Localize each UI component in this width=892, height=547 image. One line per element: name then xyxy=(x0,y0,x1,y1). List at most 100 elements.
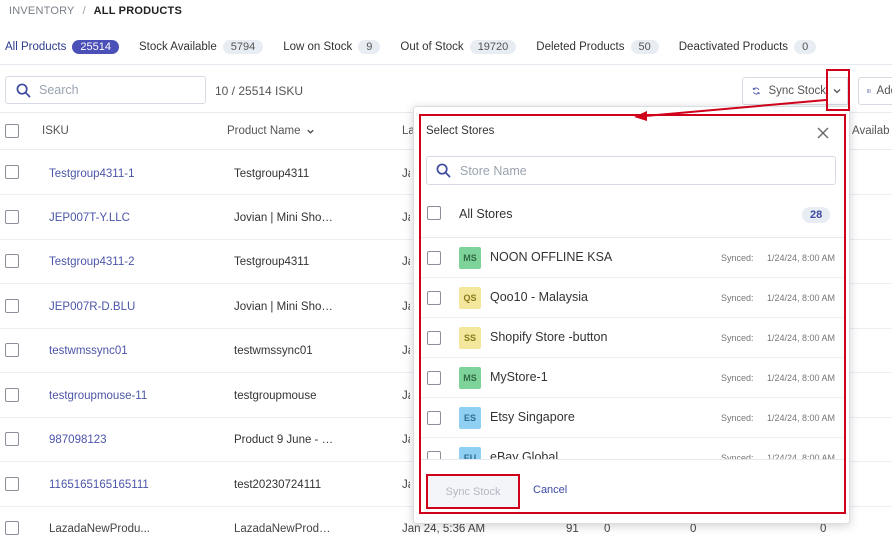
row-checkbox[interactable] xyxy=(5,299,19,313)
filter-tabs: All Products 25514 Stock Available 5794 … xyxy=(0,36,892,58)
tab-count: 0 xyxy=(794,40,817,54)
breadcrumb-separator: / xyxy=(82,5,86,17)
sync-icon xyxy=(752,87,760,95)
tab-label: Deleted Products xyxy=(536,41,625,53)
row-isku-link[interactable]: testgroupmouse-11 xyxy=(49,390,147,402)
row-value: 91 xyxy=(566,523,579,535)
tab-out-of-stock[interactable]: Out of Stock 19720 xyxy=(400,40,517,54)
store-row[interactable]: ES Etsy Singapore Synced: 1/24/24, 8:00 AM xyxy=(421,398,845,438)
breadcrumb-inventory[interactable]: INVENTORY xyxy=(9,5,75,17)
row-isku-link[interactable]: JEP007R-D.BLU xyxy=(49,301,135,313)
store-checkbox[interactable] xyxy=(427,251,441,265)
row-checkbox[interactable] xyxy=(5,210,19,224)
store-row[interactable]: MS MyStore-1 Synced: 1/24/24, 8:00 AM xyxy=(421,358,845,398)
row-value: 0 xyxy=(690,523,697,535)
synced-time: 1/24/24, 8:00 AM xyxy=(767,293,836,303)
row-date: Jan xyxy=(402,345,410,357)
column-header-product-name[interactable]: Product Name xyxy=(227,125,315,137)
store-checkbox[interactable] xyxy=(427,411,441,425)
store-avatar: QS xyxy=(459,287,481,309)
row-isku-link[interactable]: 1165165165165111 xyxy=(49,479,149,491)
add-document-icon xyxy=(867,89,871,93)
store-avatar: MS xyxy=(459,247,481,269)
store-avatar: EU xyxy=(459,447,481,459)
row-product-name: Jovian | Mini Shop... xyxy=(234,212,334,224)
tab-stock-available[interactable]: Stock Available 5794 xyxy=(139,40,264,54)
all-stores-checkbox[interactable] xyxy=(427,206,441,220)
close-button[interactable] xyxy=(815,125,831,141)
tab-all-products[interactable]: All Products 25514 xyxy=(5,40,119,54)
sync-stock-submit-button[interactable]: Sync Stock xyxy=(426,474,520,509)
row-isku-link[interactable]: 987098123 xyxy=(49,434,107,446)
row-product-name: LazadaNewProdu... xyxy=(234,523,334,535)
row-date: Jan xyxy=(402,256,410,268)
row-checkbox[interactable] xyxy=(5,521,19,535)
synced-time: 1/24/24, 8:00 AM xyxy=(767,413,836,423)
tabs-divider xyxy=(0,64,892,65)
store-checkbox[interactable] xyxy=(427,451,441,459)
row-checkbox[interactable] xyxy=(5,254,19,268)
row-checkbox[interactable] xyxy=(5,432,19,446)
column-header-label: Product Name xyxy=(227,125,301,137)
row-date: Jan xyxy=(402,479,410,491)
row-checkbox[interactable] xyxy=(5,477,19,491)
column-header-available[interactable]: Availab xyxy=(852,125,890,137)
row-date: Jan 24, 5:36 AM xyxy=(402,523,486,535)
search-icon xyxy=(16,83,31,97)
row-isku-link[interactable]: testwmssync01 xyxy=(49,345,128,357)
store-name: MyStore-1 xyxy=(490,370,548,384)
add-product-button[interactable]: Add xyxy=(858,77,892,105)
row-isku-link[interactable]: Testgroup4311-1 xyxy=(49,168,134,180)
cancel-button[interactable]: Cancel xyxy=(533,484,567,496)
panel-footer-divider xyxy=(421,459,845,460)
row-product-name: Jovian | Mini Shop... xyxy=(234,301,334,313)
select-all-checkbox[interactable] xyxy=(5,124,19,138)
tab-count: 25514 xyxy=(72,40,119,54)
store-checkbox[interactable] xyxy=(427,371,441,385)
close-icon xyxy=(817,127,829,139)
row-isku-link[interactable]: JEP007T-Y.LLC xyxy=(49,212,130,224)
store-name: NOON OFFLINE KSA xyxy=(490,250,613,264)
chevron-down-icon xyxy=(833,89,840,94)
breadcrumb: INVENTORY / ALL PRODUCTS xyxy=(9,4,182,18)
store-checkbox[interactable] xyxy=(427,291,441,305)
synced-label: Synced: xyxy=(721,293,754,303)
select-stores-title: Select Stores xyxy=(426,125,495,137)
row-product-name: Testgroup4311 xyxy=(234,256,310,268)
sync-stock-dropdown-toggle[interactable] xyxy=(826,77,848,105)
row-checkbox[interactable] xyxy=(5,165,19,179)
tab-low-on-stock[interactable]: Low on Stock 9 xyxy=(283,40,381,54)
store-row[interactable]: EU eBay Global Synced: 1/24/24, 8:00 AM xyxy=(421,438,845,459)
store-search-input[interactable] xyxy=(460,163,820,178)
store-row[interactable]: SS Shopify Store -button Synced: 1/24/24, 8… xyxy=(421,318,845,358)
synced-label: Synced: xyxy=(721,373,754,383)
row-value: 0 xyxy=(604,523,611,535)
row-isku-link[interactable]: LazadaNewProdu... xyxy=(49,523,150,535)
row-date: Jan xyxy=(402,212,410,224)
store-name: Qoo10 - Malaysia xyxy=(490,290,588,304)
all-stores-row[interactable]: All Stores 28 xyxy=(421,196,845,238)
row-value: 0 xyxy=(820,523,827,535)
row-date: Jan xyxy=(402,301,410,313)
column-header-isku[interactable]: ISKU xyxy=(42,125,69,137)
row-checkbox[interactable] xyxy=(5,388,19,402)
row-checkbox[interactable] xyxy=(5,343,19,357)
store-row[interactable]: MS NOON OFFLINE KSA Synced: 1/24/24, 8:00 A… xyxy=(421,238,845,278)
search-input[interactable] xyxy=(39,83,189,97)
store-name: Etsy Singapore xyxy=(490,410,575,424)
row-isku-link[interactable]: Testgroup4311-2 xyxy=(49,256,134,268)
synced-label: Synced: xyxy=(721,413,754,423)
tab-label: Low on Stock xyxy=(283,41,353,53)
store-list[interactable]: All Stores 28 MS NOON OFFLINE KSA Synced: 1… xyxy=(421,196,845,459)
row-product-name: testwmssync01 xyxy=(234,345,313,357)
sync-stock-button[interactable]: Sync Stock xyxy=(742,77,827,105)
row-date: Jan xyxy=(402,390,410,402)
store-checkbox[interactable] xyxy=(427,331,441,345)
tab-deactivated-products[interactable]: Deactivated Products 0 xyxy=(679,40,817,54)
store-row[interactable]: QS Qoo10 - Malaysia Synced: 1/24/24, 8:00 A… xyxy=(421,278,845,318)
tab-deleted-products[interactable]: Deleted Products 50 xyxy=(536,40,659,54)
store-avatar: ES xyxy=(459,407,481,429)
row-date: Jan xyxy=(402,168,410,180)
store-name: Shopify Store -button xyxy=(490,330,608,344)
synced-time: 1/24/24, 8:00 AM xyxy=(767,333,836,343)
